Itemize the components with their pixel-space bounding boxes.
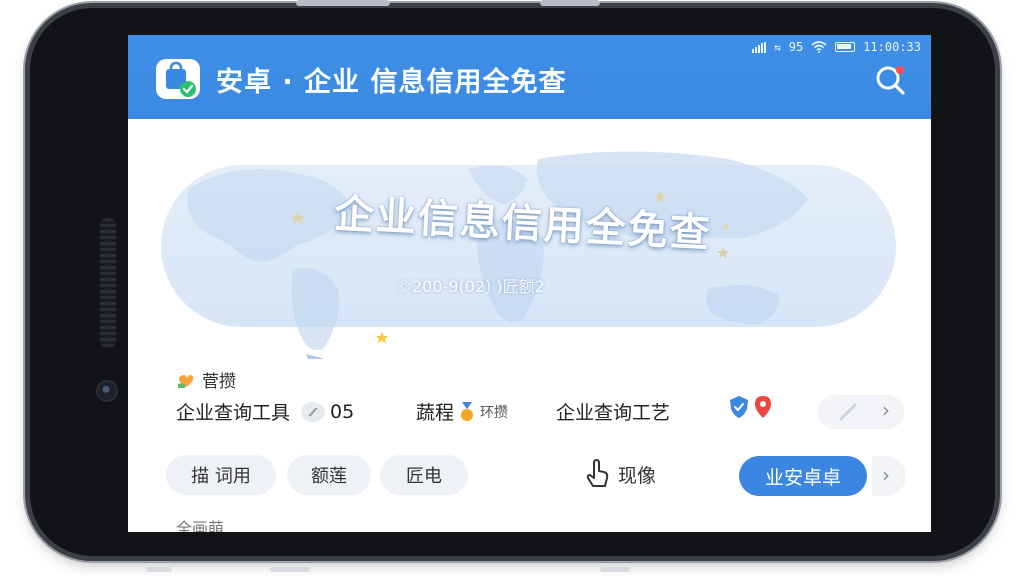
chip-electric[interactable]: 匠电 [380,455,468,495]
shield-check-icon [730,396,748,418]
chevron-right-icon: › [882,463,890,487]
hand-pointer-icon [586,459,609,487]
action-row: 描 词用 额莲 匠电 现像 业安卓卓 › [128,451,931,501]
front-camera [96,380,118,402]
chevron-right-icon: › [882,398,890,422]
status-bar: ⇆ 95 11:00:33 [752,38,921,56]
hero-banner[interactable]: 企业信息信用全免查 ©200-9(02) )匠额2 [128,119,931,359]
hand-heart-icon [178,374,194,388]
search-icon [876,66,905,95]
status-time: 11:00:33 [863,40,921,54]
shopping-bag-check-icon [156,59,200,99]
process-label: 蔬程 [416,402,455,424]
search-button[interactable] [873,63,907,97]
tool-label: 企业查询工具 [176,402,291,424]
tool-row: 企业查询工具 05 蔬程 环攒 企业查询工艺 › [128,395,931,429]
bottom-button [146,567,172,572]
battery-icon [835,42,856,52]
medal-icon [461,401,474,421]
app-bar: ⇆ 95 11:00:33 安卓 · 企业 信息信用全免查 [128,35,931,119]
tool-count: 05 [330,400,355,423]
next-button[interactable]: › [872,456,906,496]
volume-button [540,0,600,6]
bottom-button [270,567,310,572]
gesture-label: 现像 [618,464,657,487]
data-speed-icon: ⇆ [774,40,781,54]
verify-location-item[interactable] [728,395,772,419]
wand-icon [839,403,857,421]
section-header: 菅攒 [176,367,236,392]
tool-item[interactable]: 企业查询工具 05 [176,398,354,425]
primary-action-button[interactable]: 业安卓卓 [739,456,867,496]
phone-screen: ⇆ 95 11:00:33 安卓 · 企业 信息信用全免查 企业信息信用全免查 … [128,35,931,532]
process-item[interactable]: 蔬程 环攒 [416,398,508,425]
section-title: 菅攒 [202,372,236,392]
cellular-signal-icon [752,41,767,53]
craft-item[interactable]: 企业查询工艺 [556,398,670,425]
bottom-button [600,567,630,572]
compass-icon [301,401,326,422]
banner-subtitle: ©200-9(02) )匠额2 [396,277,545,296]
process-sublabel: 环攒 [480,404,509,421]
speaker-grille [100,218,116,348]
footer-section-title: 全画萌 [176,519,225,532]
app-title: 安卓 · 企业 信息信用全免查 [216,67,567,98]
location-pin-icon [755,396,771,418]
network-value: 95 [788,40,804,54]
power-button [296,0,390,6]
chip-search-usage[interactable]: 描 词用 [166,455,276,495]
gesture-action[interactable]: 现像 [584,459,656,489]
wifi-icon [811,41,827,53]
more-tools-chip[interactable]: › [818,395,904,429]
chip-forehead[interactable]: 额莲 [287,455,371,495]
craft-label: 企业查询工艺 [556,402,671,424]
